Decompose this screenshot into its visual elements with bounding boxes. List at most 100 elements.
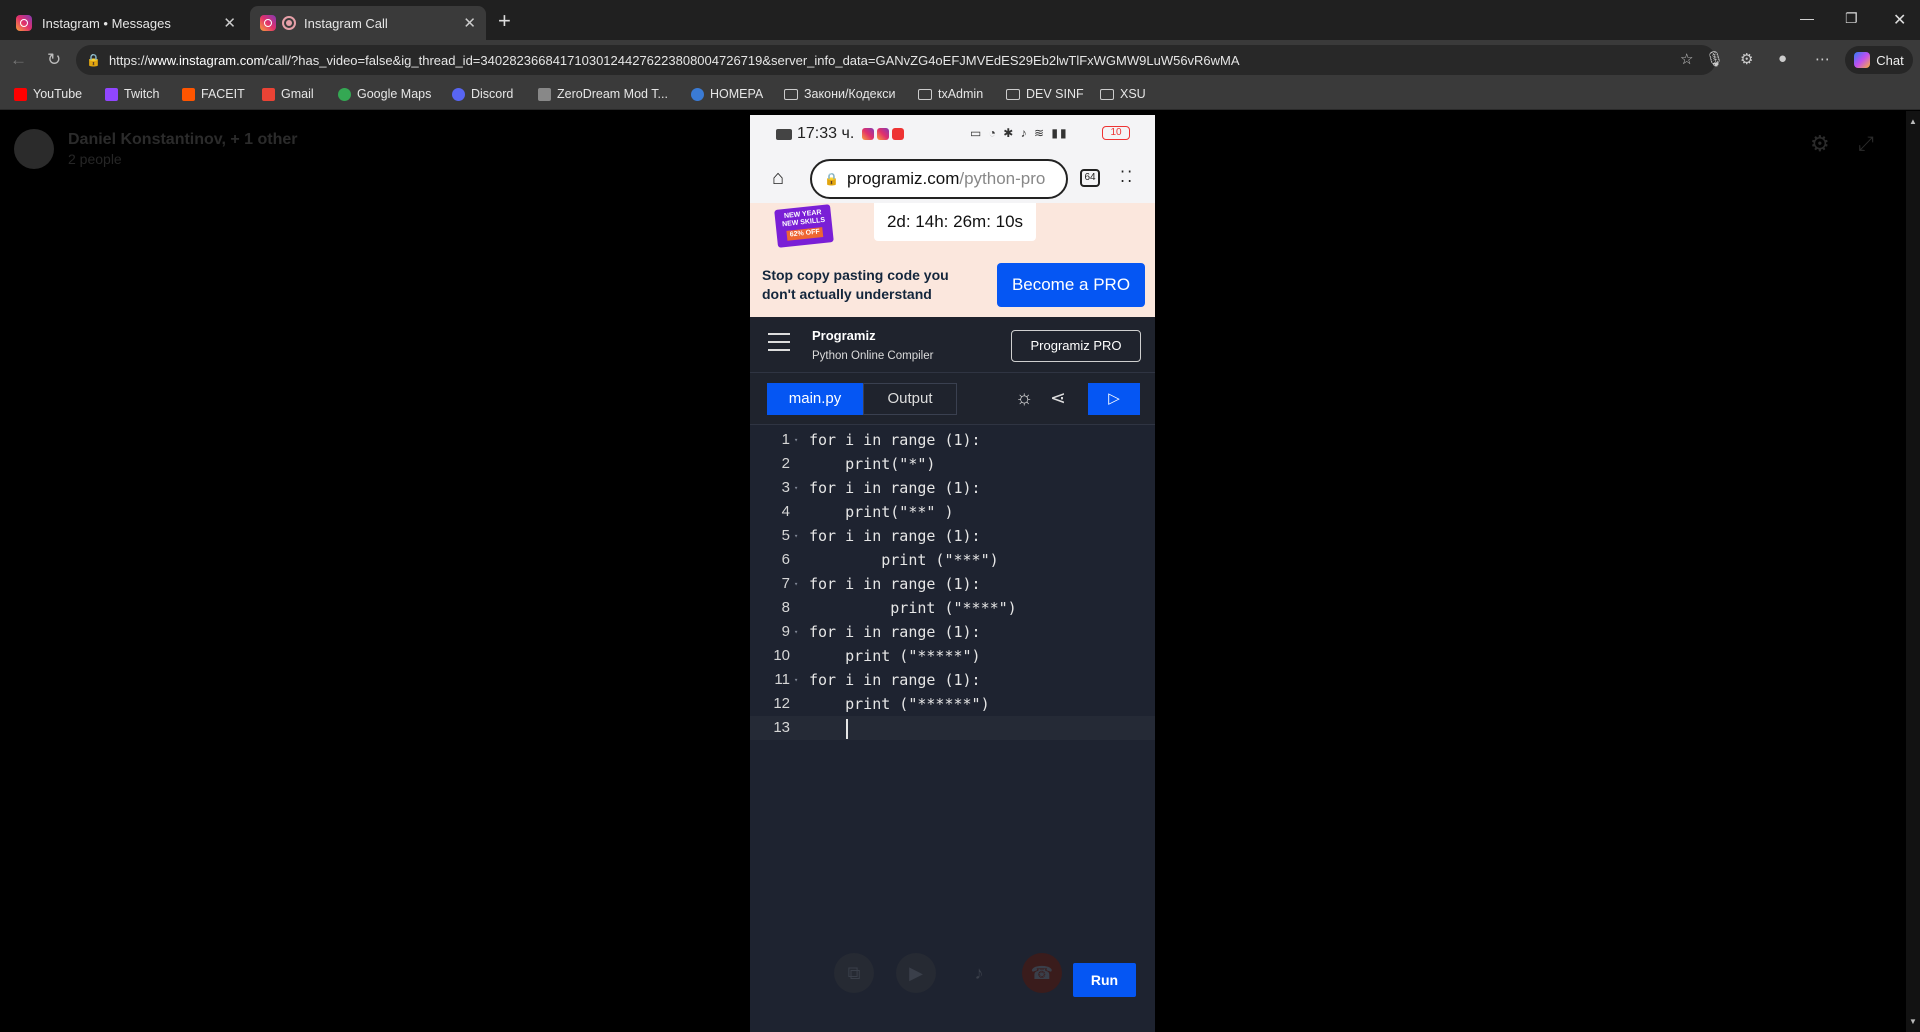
screen-share-icon[interactable]: ⧉ — [834, 953, 874, 993]
programiz-header: Programiz Python Online Compiler Program… — [750, 317, 1155, 373]
chat-button[interactable]: Chat — [1845, 46, 1913, 74]
people-count: 2 people — [68, 151, 122, 167]
bookmark-discord[interactable]: Discord — [452, 87, 513, 101]
close-icon[interactable]: ✕ — [223, 14, 236, 32]
code-line: 12 print ("******") — [773, 695, 990, 713]
programiz-logo[interactable]: Programiz — [812, 328, 876, 343]
promo-banner: NEW YEAR NEW SKILLS 62% OFF 2d: 14h: 26m… — [750, 203, 1155, 317]
bookmark-folder-zakoni[interactable]: Закони/Кодекси — [784, 87, 895, 101]
scroll-down-icon[interactable]: ▼ — [1909, 1017, 1917, 1026]
extensions-icon[interactable]: ⚙ — [1740, 50, 1753, 68]
hamburger-menu-icon[interactable] — [768, 333, 790, 357]
expand-icon[interactable]: ⤢ — [1858, 133, 1874, 156]
window-close-icon[interactable]: ✕ — [1893, 10, 1906, 30]
tabs-count-icon[interactable]: 64 — [1080, 169, 1100, 187]
code-line: 1 ▾ for i in range (1): — [781, 431, 981, 449]
share-icon[interactable]: ⋖ — [1050, 387, 1066, 410]
close-icon[interactable]: ✕ — [463, 14, 476, 32]
programiz-pro-button[interactable]: Programiz PRO — [1011, 330, 1141, 362]
lock-icon: 🔒 — [824, 172, 839, 186]
phone-time: 17:33 ч. — [797, 125, 855, 142]
code-line: 8 print ("****") — [781, 599, 1017, 617]
chat-label: Chat — [1876, 52, 1904, 68]
code-line: 6 print ("***") — [781, 551, 999, 569]
star-icon[interactable]: ☆ — [1680, 50, 1693, 68]
more-menu-icon[interactable]: ⋯ — [1815, 50, 1830, 68]
homepa-icon — [691, 87, 704, 101]
code-line: 2 print("*") — [781, 455, 936, 473]
camera-off-icon[interactable]: ▶ — [896, 953, 936, 993]
bookmark-homepa[interactable]: HOMEPA — [691, 87, 763, 101]
browser-tab-strip: Instagram • Messages ✕ Instagram Call ✕ … — [0, 0, 1920, 40]
call-page: Daniel Konstantinov, + 1 other 2 people … — [0, 111, 1920, 1032]
scroll-up-icon[interactable]: ▲ — [1909, 117, 1917, 126]
countdown-timer: 2d: 14h: 26m: 10s — [874, 203, 1036, 241]
url-text: https://www.instagram.com/call/?has_vide… — [108, 52, 1240, 68]
bookmarks-bar: YouTube Twitch FACEIT Gmail Google Maps … — [0, 80, 1920, 110]
page-scrollbar[interactable]: ▲ ▼ — [1906, 111, 1920, 1032]
site-info-icon[interactable]: 🔒 — [86, 53, 101, 67]
theme-toggle-icon[interactable]: ☼ — [1015, 387, 1033, 410]
mobile-url-field[interactable]: 🔒 programiz.com/python-pro — [810, 159, 1068, 199]
code-line: 9 ▾ for i in range (1): — [781, 623, 981, 641]
more-menu-icon[interactable]: ⁚⁚ — [1120, 167, 1134, 187]
folder-icon — [918, 88, 932, 100]
editor-toolbar: main.py Output ☼ ⋖ ▷ — [750, 373, 1155, 425]
restore-icon[interactable]: ❐ — [1845, 10, 1858, 27]
url-field[interactable]: 🔒 https://www.instagram.com/call/?has_vi… — [76, 45, 1716, 75]
new-tab-button[interactable]: + — [498, 8, 511, 34]
app-notification-icons — [862, 128, 905, 140]
youtube-icon — [14, 87, 27, 101]
text-cursor — [846, 719, 848, 739]
page-title: Python Online Compiler — [812, 350, 934, 362]
bookmark-faceit[interactable]: FACEIT — [182, 87, 245, 101]
profile-icon[interactable]: ● — [1778, 50, 1787, 67]
microphone-icon[interactable]: 🎙 — [1705, 50, 1724, 68]
end-call-icon[interactable]: ☎ — [1022, 953, 1062, 993]
run-play-button[interactable]: ▷ — [1088, 383, 1140, 415]
address-bar-row: ← ↻ 🔒 https://www.instagram.com/call/?ha… — [0, 40, 1920, 80]
instagram-icon — [260, 15, 276, 31]
bookmark-google-maps[interactable]: Google Maps — [338, 87, 431, 101]
home-icon[interactable]: ⌂ — [772, 167, 784, 190]
shared-screen: 17:33 ч. ▭ ◔ ✱ ♪ ≋ ▮▮ 10 ⌂ 🔒 programiz.c… — [750, 115, 1155, 1032]
bookmark-folder-xsu[interactable]: XSU — [1100, 87, 1146, 101]
bookmark-folder-dev-sinf[interactable]: DEV SINF — [1006, 87, 1084, 101]
run-button[interactable]: Run — [1073, 963, 1136, 997]
bookmark-twitch[interactable]: Twitch — [105, 87, 159, 101]
bookmark-youtube[interactable]: YouTube — [14, 87, 82, 101]
code-line-active: 13 — [750, 716, 1155, 740]
become-pro-button[interactable]: Become a PRO — [997, 263, 1145, 307]
code-editor[interactable]: 1 ▾ for i in range (1): 2 print("*") 3 ▾ for… — [750, 425, 1155, 1032]
phone-status-bar: 17:33 ч. ▭ ◔ ✱ ♪ ≋ ▮▮ 10 — [750, 115, 1155, 151]
settings-icon[interactable]: ⚙ — [1810, 131, 1830, 157]
faceit-icon — [182, 87, 195, 101]
back-icon[interactable]: ← — [10, 50, 27, 70]
battery-icon: 10 — [1102, 126, 1130, 140]
bookmark-zerodream[interactable]: ZeroDream Mod T... — [538, 87, 668, 101]
promo-badge: NEW YEAR NEW SKILLS 62% OFF — [774, 204, 834, 248]
tab-main-py[interactable]: main.py — [767, 383, 863, 415]
minimize-icon[interactable]: — — [1800, 10, 1814, 26]
reload-icon[interactable]: ↻ — [47, 50, 61, 70]
bookmark-gmail[interactable]: Gmail — [262, 87, 314, 101]
microphone-icon[interactable]: ♪ — [959, 953, 999, 993]
recording-icon — [282, 16, 296, 30]
folder-icon — [1006, 88, 1020, 100]
code-line: 4 print("**" ) — [781, 503, 954, 521]
tab-instagram-messages[interactable]: Instagram • Messages ✕ — [6, 6, 246, 40]
tab-title: Instagram Call — [304, 15, 388, 31]
code-line: 3 ▾ for i in range (1): — [781, 479, 981, 497]
status-icons: ▭ ◔ ✱ ♪ ≋ ▮▮ — [970, 126, 1069, 140]
mobile-browser-bar: ⌂ 🔒 programiz.com/python-pro 64 ⁚⁚ — [750, 151, 1155, 203]
gmail-icon — [262, 87, 275, 101]
folder-icon — [784, 88, 798, 100]
code-line: 11 ▾ for i in range (1): — [774, 671, 981, 689]
promo-text: Stop copy pasting code you don't actuall… — [762, 267, 949, 302]
copilot-icon — [1854, 52, 1871, 68]
code-line: 10 print ("*****") — [773, 647, 981, 665]
tab-output[interactable]: Output — [863, 383, 957, 415]
bookmark-folder-txadmin[interactable]: txAdmin — [918, 87, 983, 101]
instagram-icon — [16, 15, 32, 31]
tab-instagram-call[interactable]: Instagram Call ✕ — [250, 6, 486, 40]
